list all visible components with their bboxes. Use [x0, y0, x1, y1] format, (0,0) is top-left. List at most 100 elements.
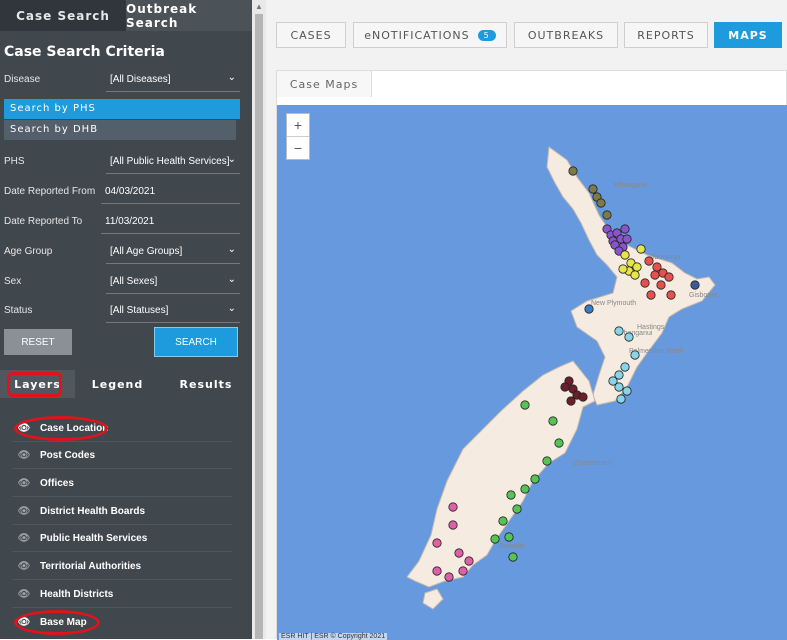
tab-legend[interactable]: Legend [75, 370, 160, 398]
date-to-row: Date Reported To 11/03/2021 [4, 211, 240, 235]
case-marker[interactable] [622, 234, 632, 244]
case-marker[interactable] [568, 166, 578, 176]
sex-select[interactable]: [All Sexes] ⌄ [106, 271, 240, 294]
layer-territorial-authorities[interactable]: 👁 Territorial Authorities [12, 553, 232, 580]
case-marker[interactable] [614, 382, 624, 392]
eye-icon[interactable]: 👁 [12, 561, 36, 572]
nav-enotifications-button[interactable]: eNOTIFICATIONS 5 [353, 22, 507, 48]
case-marker[interactable] [504, 532, 514, 542]
case-marker[interactable] [650, 270, 660, 280]
layer-health-districts[interactable]: 👁 Health Districts [12, 581, 232, 608]
zoom-in-button[interactable]: + [287, 114, 309, 136]
case-marker[interactable] [498, 516, 508, 526]
tab-outbreak-search[interactable]: Outbreak Search [126, 0, 252, 31]
nav-cases-button[interactable]: CASES [276, 22, 346, 48]
case-marker[interactable] [448, 502, 458, 512]
layer-case-location[interactable]: 👁 Case Location [12, 415, 232, 442]
case-marker[interactable] [588, 184, 598, 194]
date-from-input[interactable]: 04/03/2021 [101, 181, 240, 204]
eye-icon[interactable]: 👁 [12, 617, 36, 628]
case-marker[interactable] [596, 198, 606, 208]
panel-tabs: Layers Legend Results [0, 370, 252, 398]
case-marker[interactable] [620, 250, 630, 260]
case-marker[interactable] [664, 272, 674, 282]
eye-icon[interactable]: 👁 [12, 450, 36, 461]
eye-icon[interactable]: 👁 [12, 589, 36, 600]
map-place-label: Dunedin [499, 543, 525, 550]
tab-case-search[interactable]: Case Search [0, 0, 126, 31]
case-marker[interactable] [620, 362, 630, 372]
case-marker[interactable] [554, 438, 564, 448]
eye-icon[interactable]: 👁 [12, 506, 36, 517]
tab-case-maps[interactable]: Case Maps [277, 71, 372, 97]
case-marker[interactable] [444, 572, 454, 582]
case-marker[interactable] [620, 224, 630, 234]
case-marker[interactable] [690, 280, 700, 290]
search-button[interactable]: SEARCH [154, 327, 238, 357]
search-by-dhb-button[interactable]: Search by DHB [4, 120, 236, 140]
layer-post-codes[interactable]: 👁 Post Codes [12, 442, 232, 469]
phs-select[interactable]: [All Public Health Services] ⌄ [106, 151, 240, 174]
disease-select[interactable]: [All Diseases] ⌄ [106, 69, 240, 92]
case-marker[interactable] [508, 552, 518, 562]
case-marker[interactable] [616, 394, 626, 404]
case-marker[interactable] [464, 556, 474, 566]
case-marker[interactable] [548, 416, 558, 426]
map-canvas[interactable]: Whangarei Tauranga Gisborne New Plymouth Wha… [277, 105, 787, 640]
case-marker[interactable] [630, 350, 640, 360]
search-mode-tabs: Case Search Outbreak Search [0, 0, 252, 31]
layer-public-health-services[interactable]: 👁 Public Health Services [12, 525, 232, 552]
case-marker[interactable] [520, 400, 530, 410]
date-to-input[interactable]: 11/03/2021 [101, 211, 240, 234]
case-marker[interactable] [584, 304, 594, 314]
case-marker[interactable] [646, 290, 656, 300]
case-marker[interactable] [520, 484, 530, 494]
case-marker[interactable] [656, 280, 666, 290]
case-marker[interactable] [666, 290, 676, 300]
sidebar-scrollbar[interactable]: ▲ [252, 0, 266, 639]
case-marker[interactable] [602, 210, 612, 220]
scroll-up-arrow-icon[interactable]: ▲ [255, 2, 263, 11]
search-by-phs-button[interactable]: Search by PHS [4, 99, 240, 119]
case-marker[interactable] [490, 534, 500, 544]
reset-button[interactable]: RESET [4, 329, 72, 355]
case-marker[interactable] [432, 538, 442, 548]
case-marker[interactable] [636, 244, 646, 254]
case-marker[interactable] [432, 566, 442, 576]
map-place-label: Tauranga [651, 254, 680, 261]
case-marker[interactable] [560, 382, 570, 392]
eye-icon[interactable]: 👁 [12, 423, 36, 434]
case-marker[interactable] [454, 548, 464, 558]
case-marker[interactable] [624, 332, 634, 342]
case-marker[interactable] [614, 326, 624, 336]
tab-results[interactable]: Results [160, 370, 252, 398]
case-marker[interactable] [618, 264, 628, 274]
nav-maps-button[interactable]: MAPS [714, 22, 782, 48]
nav-outbreaks-button[interactable]: OUTBREAKS [514, 22, 618, 48]
case-marker[interactable] [566, 396, 576, 406]
layer-district-health-boards[interactable]: 👁 District Health Boards [12, 498, 232, 525]
case-marker[interactable] [458, 566, 468, 576]
case-marker[interactable] [640, 278, 650, 288]
nav-reports-button[interactable]: REPORTS [624, 22, 708, 48]
layer-offices[interactable]: 👁 Offices [12, 470, 232, 497]
case-marker[interactable] [506, 490, 516, 500]
case-marker[interactable] [644, 256, 654, 266]
age-group-select[interactable]: [All Age Groups] ⌄ [106, 241, 240, 264]
status-select[interactable]: [All Statuses] ⌄ [106, 300, 240, 323]
zoom-out-button[interactable]: − [287, 136, 309, 159]
eye-icon[interactable]: 👁 [12, 478, 36, 489]
scrollbar-thumb[interactable] [255, 14, 263, 639]
eye-icon[interactable]: 👁 [12, 533, 36, 544]
layer-base-map[interactable]: 👁 Base Map [12, 609, 232, 635]
case-marker[interactable] [622, 386, 632, 396]
phs-value: [All Public Health Services] [110, 156, 230, 167]
case-marker[interactable] [578, 392, 588, 402]
case-marker[interactable] [542, 456, 552, 466]
tab-layers[interactable]: Layers [0, 370, 75, 398]
case-marker[interactable] [530, 474, 540, 484]
case-marker[interactable] [448, 520, 458, 530]
case-marker[interactable] [630, 270, 640, 280]
case-marker[interactable] [632, 262, 642, 272]
case-marker[interactable] [512, 504, 522, 514]
